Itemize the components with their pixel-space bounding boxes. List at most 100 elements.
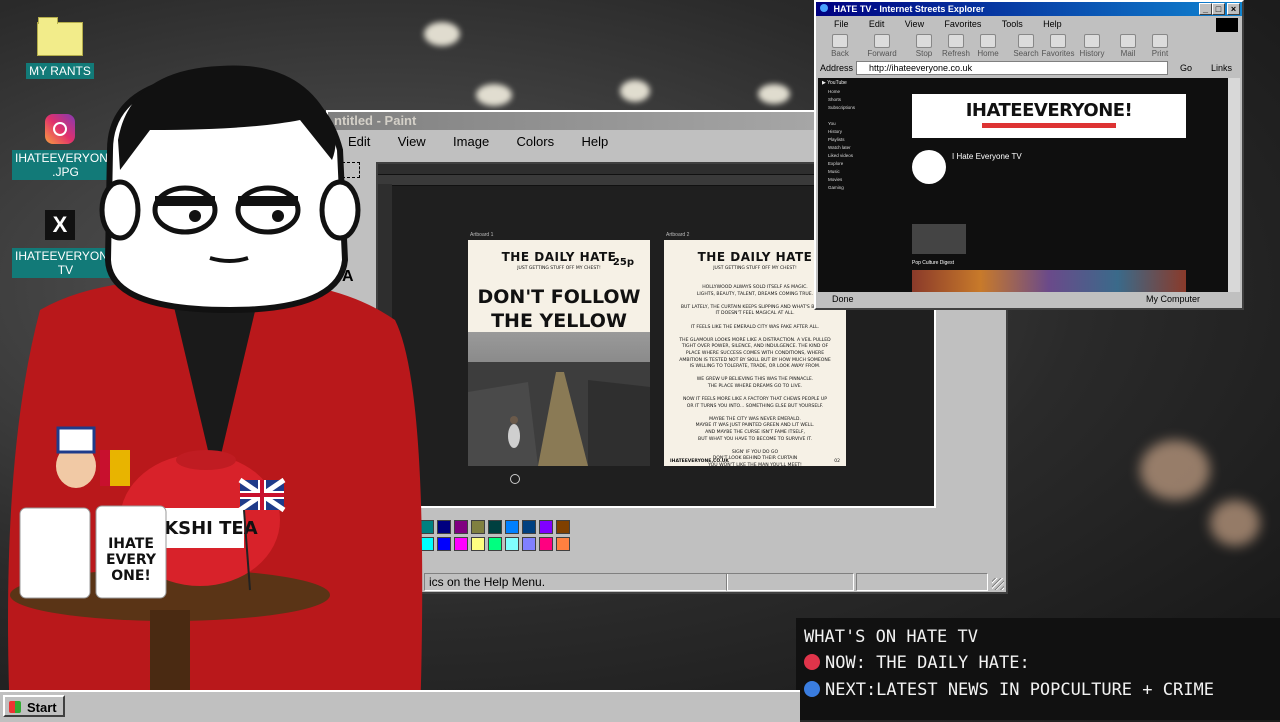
poster-footer: 02 IHATEEVERYONE.CO.UK [670,459,840,464]
toolbar-label: Back [831,49,849,58]
color-swatch[interactable] [488,537,502,551]
poster-body-line: TIGHT OVER POWER, SILENCE, AND INDULGENC… [681,344,829,350]
ie-statusbar: Done My Computer [818,292,1240,306]
home-button[interactable]: Home [968,32,1008,58]
poster-body-line [678,443,832,450]
favorites-icon [1050,34,1066,48]
toolbar-label: Print [1151,49,1169,58]
back-button[interactable]: Back [820,32,860,58]
forward-button[interactable]: Forward [862,32,902,58]
ticker-now: NOW: THE DAILY HATE: [804,652,1030,674]
color-swatch[interactable] [454,520,468,534]
channel-name: I Hate Everyone TV [952,152,1022,161]
next-dot-icon [804,681,820,697]
color-swatch[interactable] [522,520,536,534]
poster-body-line: PLACE WHERE SUCCESS COMES WITH CONDITION… [685,350,825,356]
color-swatch[interactable] [488,520,502,534]
menu-tools[interactable]: Tools [1002,19,1023,29]
background-light [758,84,790,104]
resize-grip-icon[interactable] [992,578,1004,590]
poster-body-line: AND MAYBE THE CURSE ISN'T FAME ITSELF, [705,430,805,436]
channel-avatar[interactable] [912,150,946,184]
poster-body-line: IS WILLING TO TOLERATE, TRADE, OR LOOK A… [689,364,821,370]
search-icon [1018,34,1034,48]
youtube-logo-icon: ▶ YouTube [822,80,847,86]
start-button[interactable]: Start [3,695,65,717]
poster-body-line: WE GREW UP BELIEVING THIS WAS THE PINNAC… [696,377,814,383]
video-thumbnail[interactable] [912,224,966,254]
section-title: Pop Culture Digest [912,260,954,266]
cursor-icon [510,474,520,484]
menu-view[interactable]: View [905,19,924,29]
artboard-label: Artboard 2 [666,232,690,238]
color-swatch[interactable] [522,537,536,551]
ie-menubar: File Edit View Favorites Tools Help [816,16,1242,30]
taskbar: Start [0,690,800,722]
color-swatch[interactable] [437,537,451,551]
poster-body-line: IT DOESN'T FEEL MAGICAL AT ALL. [715,311,795,317]
channel-banner: IHATEEVERYONE! [912,94,1186,138]
close-button[interactable]: × [1227,3,1240,15]
poster-page-number: 02 [834,459,840,464]
toolbar-label: Home [977,49,999,58]
color-swatch[interactable] [454,537,468,551]
poster-website: IHATEEVERYONE.CO.UK [670,459,729,464]
menu-image[interactable]: Image [453,134,489,149]
color-swatch[interactable] [505,520,519,534]
yt-sidebar: Home Shorts Subscriptions You History Playlis… [828,89,856,190]
ie-scrollbar[interactable] [1228,78,1240,292]
minimize-button[interactable]: _ [1199,3,1212,15]
ticker-next: NEXT:LATEST NEWS IN POPCULTURE + CRIME [804,679,1214,701]
menu-edit[interactable]: Edit [869,19,885,29]
color-swatch[interactable] [437,520,451,534]
hate-tv-ticker: WHAT'S ON HATE TV NOW: THE DAILY HATE: N… [796,618,1280,720]
color-swatch[interactable] [471,520,485,534]
poster-price: 25p [612,257,634,268]
color-swatch[interactable] [556,537,570,551]
links-button[interactable]: Links [1211,60,1232,76]
toolbar-label: Search [1013,49,1039,58]
toolbar-label: History [1079,49,1105,58]
ticker-next-text: NEXT:LATEST NEWS IN POPCULTURE + CRIME [825,680,1214,700]
poster-body-line [678,410,832,417]
maximize-button[interactable]: □ [1212,3,1225,15]
url-input[interactable]: http://ihateeveryone.co.uk [856,61,1168,75]
color-swatch[interactable] [505,537,519,551]
go-button[interactable]: Go [1180,60,1192,76]
menu-colors[interactable]: Colors [517,134,555,149]
ie-content: ▶ YouTube Home Shorts Subscriptions You Hist… [818,78,1228,292]
background-light [1140,440,1210,500]
menu-favorites[interactable]: Favorites [944,19,981,29]
background-light [620,80,650,102]
artboard-label: Artboard 1 [470,232,494,238]
poster-body-line [678,318,832,325]
now-dot-icon [804,654,820,670]
menu-file[interactable]: File [834,19,849,29]
menu-help[interactable]: Help [1043,19,1062,29]
color-swatch[interactable] [539,537,553,551]
toolbar-label: Forward [867,49,897,58]
ie-titlebar[interactable]: HATE TV - Internet Streets Explorer _ □ … [816,2,1242,16]
menu-help[interactable]: Help [581,134,608,149]
color-swatch[interactable] [539,520,553,534]
poster-body-line: OR IT TURNS YOU INTO... SOMETHING ELSE B… [686,403,824,409]
history-button[interactable]: History [1072,32,1112,58]
poster-body-line: THE PLACE WHERE DREAMS GO TO LIVE. [707,383,803,389]
color-swatch[interactable] [556,520,570,534]
print-button[interactable]: Print [1140,32,1180,58]
background-light [1210,500,1260,546]
poster-body-line: BUT WHAT YOU HAVE TO BECOME TO SURVIVE I… [698,436,812,442]
toolbar-label: Refresh [941,49,970,58]
toolbar-label: Mail [1120,49,1136,58]
mail-icon [1120,34,1136,48]
toolbar-label: Favorites [1041,49,1075,58]
color-swatch[interactable] [471,537,485,551]
ie-logo-icon [820,4,828,12]
svg-text:ONE!: ONE! [111,568,151,584]
status-done: Done [832,294,854,304]
poster-body-line [678,298,832,305]
back-arrow-icon [832,34,848,48]
video-strip[interactable] [912,270,1186,292]
ticker-now-text: NOW: THE DAILY HATE: [825,653,1030,673]
print-icon [1152,34,1168,48]
